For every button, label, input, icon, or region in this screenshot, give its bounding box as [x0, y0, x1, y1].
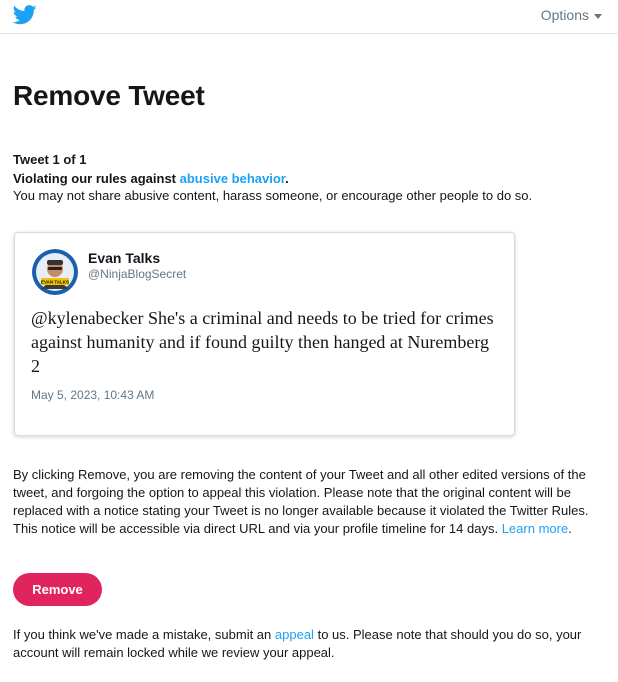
- author-name[interactable]: Evan Talks: [88, 250, 160, 266]
- rule-description: You may not share abusive content, haras…: [13, 188, 533, 203]
- tweet-card: EVAN TALKS Evan Talks @NinjaBlogSecret @…: [14, 232, 515, 436]
- tweet-date: May 5, 2023, 10:43 AM: [31, 388, 155, 402]
- caret-down-icon[interactable]: [594, 13, 602, 19]
- top-bar: Options: [0, 0, 618, 34]
- appeal-prefix: If you think we've made a mistake, submi…: [13, 627, 272, 642]
- tweet-text: @kylenabecker She's a criminal and needs…: [31, 308, 494, 376]
- abusive-behavior-link[interactable]: abusive behavior: [180, 171, 286, 186]
- twitter-bird-icon[interactable]: [12, 5, 37, 25]
- author-handle[interactable]: @NinjaBlogSecret: [88, 267, 186, 281]
- explanation-suffix: .: [568, 521, 572, 536]
- options-menu[interactable]: Options: [541, 7, 602, 23]
- learn-more-link[interactable]: Learn more: [502, 521, 568, 536]
- remove-button[interactable]: Remove: [13, 573, 102, 606]
- appeal-link[interactable]: appeal: [275, 627, 314, 642]
- avatar[interactable]: EVAN TALKS: [32, 249, 78, 295]
- page-title: Remove Tweet: [13, 80, 205, 111]
- svg-text:EVAN TALKS: EVAN TALKS: [41, 280, 69, 285]
- appeal-note: If you think we've made a mistake, submi…: [13, 626, 613, 662]
- tweet-count: Tweet 1 of 1: [13, 152, 87, 167]
- options-label[interactable]: Options: [541, 7, 589, 23]
- violation-suffix: .: [285, 171, 289, 186]
- violation-prefix: Violating our rules against: [13, 171, 177, 186]
- violation-heading: Violating our rules against abusive beha…: [13, 171, 289, 186]
- removal-explanation: By clicking Remove, you are removing the…: [13, 466, 605, 538]
